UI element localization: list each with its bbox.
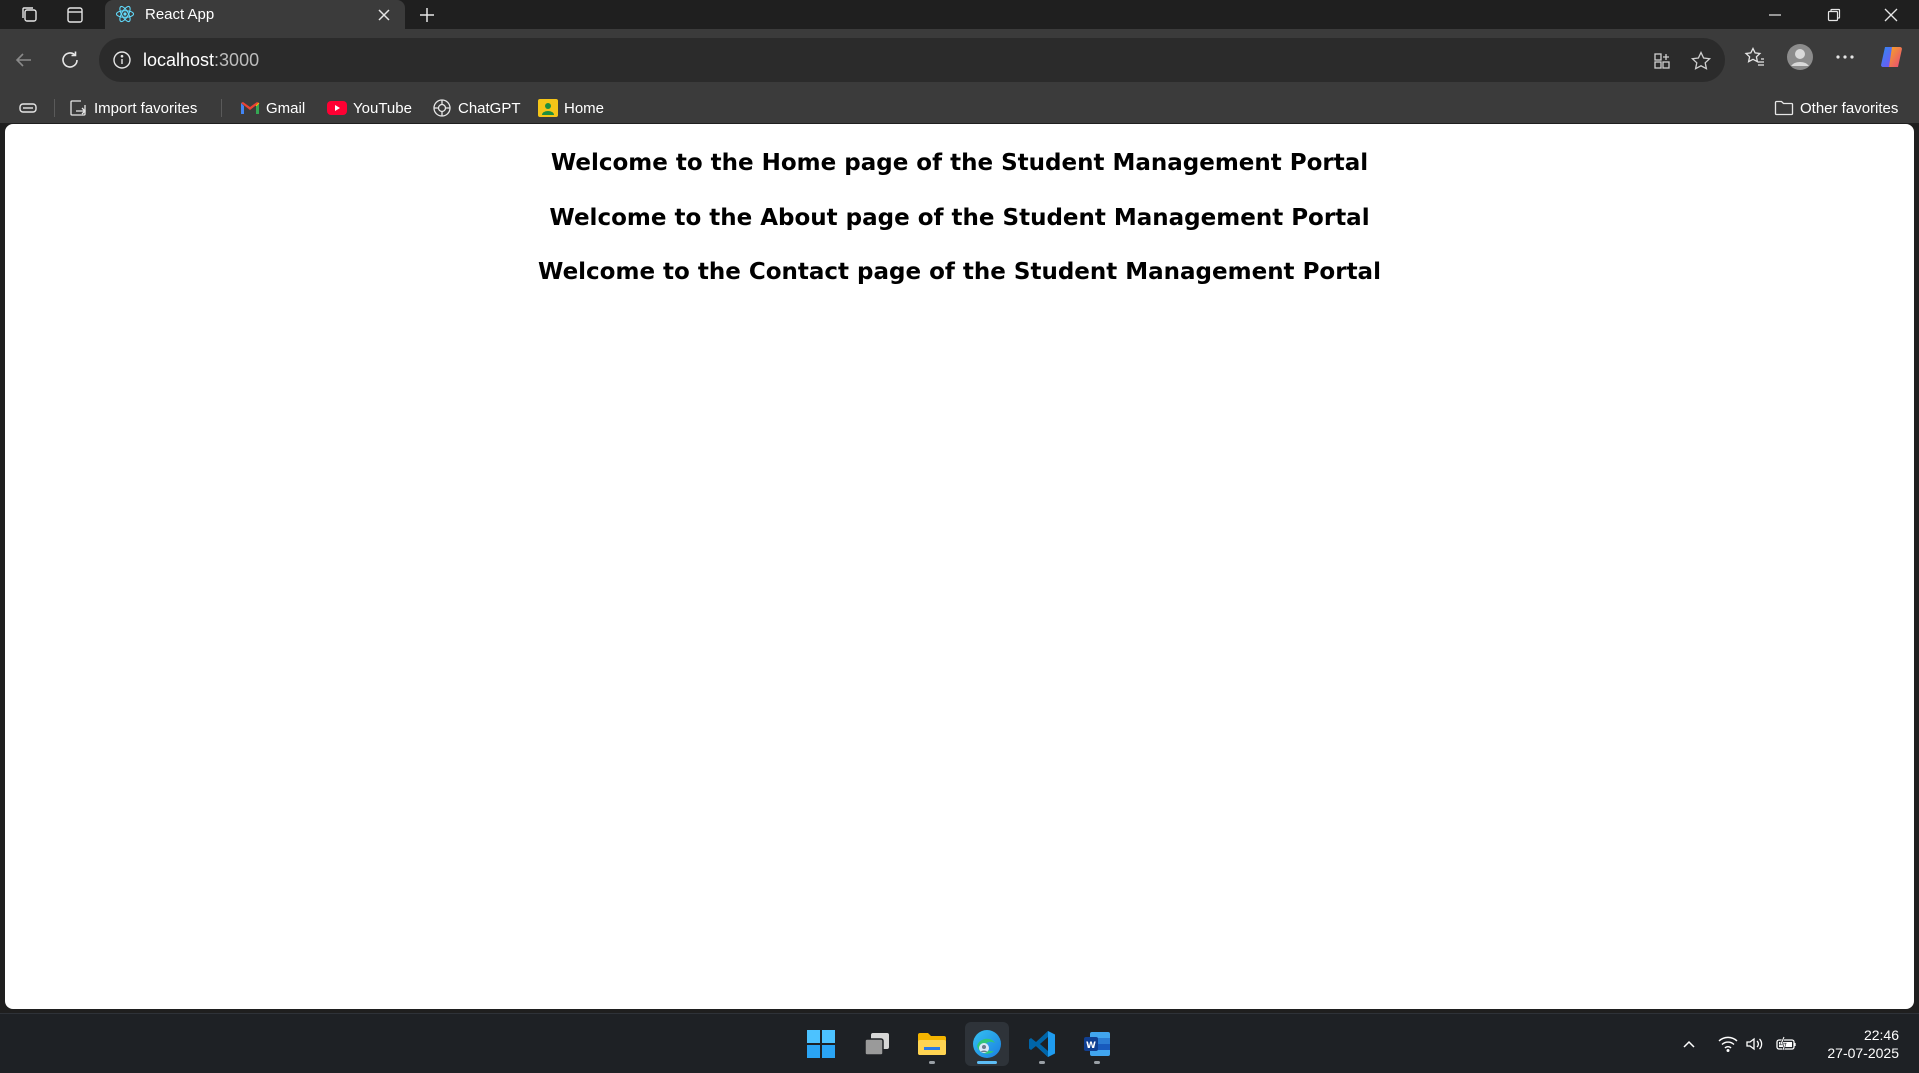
bookmark-separator: [221, 99, 222, 117]
active-indicator: [977, 1061, 997, 1064]
site-info-icon[interactable]: [111, 49, 133, 71]
show-hidden-icons-icon[interactable]: [1677, 1032, 1701, 1056]
collections-icon[interactable]: [18, 95, 44, 121]
bookmark-label: Home: [564, 99, 605, 117]
bookmark-gmail[interactable]: Gmail: [240, 95, 305, 121]
gmail-icon: [240, 98, 260, 118]
bookmark-label: Import favorites: [94, 99, 198, 117]
close-tab-icon[interactable]: [373, 4, 395, 26]
running-indicator: [1039, 1061, 1045, 1064]
import-icon: [68, 98, 88, 118]
minimize-icon[interactable]: [1747, 0, 1803, 29]
system-clock[interactable]: 22:46 27-07-2025: [1827, 1026, 1899, 1062]
task-view-icon[interactable]: [855, 1022, 899, 1066]
favorites-icon[interactable]: [1737, 39, 1773, 75]
vscode-icon[interactable]: [1020, 1022, 1064, 1066]
workspaces-icon[interactable]: [15, 2, 45, 28]
bookmark-label: Other favorites: [1800, 99, 1899, 117]
home-icon: [538, 98, 558, 118]
bookmark-import-favorites[interactable]: Import favorites: [68, 95, 197, 121]
running-indicator: [1094, 1061, 1100, 1064]
edge-icon[interactable]: [965, 1022, 1009, 1066]
vertical-tabs-icon[interactable]: [60, 2, 90, 28]
windows-start-icon[interactable]: [799, 1022, 843, 1066]
bookmark-chatgpt[interactable]: ChatGPT: [432, 95, 521, 121]
about-heading: Welcome to the About page of the Student…: [549, 205, 1370, 231]
taskbar: W 22:46 27-07-2025: [0, 1013, 1919, 1073]
restore-icon[interactable]: [1806, 0, 1862, 29]
file-explorer-icon[interactable]: [910, 1022, 954, 1066]
url-port: :3000: [214, 50, 260, 70]
page-viewport: Welcome to the Home page of the Student …: [5, 124, 1914, 1009]
running-indicator: [929, 1061, 935, 1064]
bookmark-separator: [54, 99, 55, 117]
url-text[interactable]: localhost:3000: [143, 50, 259, 71]
contact-heading: Welcome to the Contact page of the Stude…: [538, 259, 1381, 285]
bookmark-label: Gmail: [266, 99, 306, 117]
folder-icon: [1774, 98, 1794, 118]
copilot-icon[interactable]: [1875, 39, 1911, 75]
app-available-icon[interactable]: [1649, 48, 1675, 74]
url-host: localhost: [143, 50, 215, 70]
bookmark-label: ChatGPT: [458, 99, 521, 117]
tab-title: React App: [145, 6, 215, 23]
profile-avatar-icon[interactable]: [1782, 39, 1818, 75]
word-icon[interactable]: W: [1075, 1022, 1119, 1066]
bookmark-other-favorites[interactable]: Other favorites: [1774, 95, 1898, 121]
tab-actions-icon: [18, 98, 38, 118]
volume-icon[interactable]: [1743, 1032, 1767, 1056]
chatgpt-icon: [432, 98, 452, 118]
bookmark-home[interactable]: Home: [538, 95, 604, 121]
browser-toolbar: localhost:3000: [0, 29, 1919, 93]
clock-date: 27-07-2025: [1827, 1045, 1899, 1061]
close-window-icon[interactable]: [1863, 0, 1919, 29]
more-options-icon[interactable]: [1827, 39, 1863, 75]
svg-text:W: W: [1086, 1041, 1096, 1051]
home-heading: Welcome to the Home page of the Student …: [550, 150, 1369, 176]
bookmark-youtube[interactable]: YouTube: [327, 95, 412, 121]
title-bar: React App: [0, 0, 1919, 29]
bookmark-label: YouTube: [353, 99, 412, 117]
battery-charging-icon[interactable]: [1775, 1032, 1799, 1056]
react-icon: [115, 4, 135, 24]
refresh-icon[interactable]: [52, 42, 88, 78]
back-icon[interactable]: [6, 42, 42, 78]
new-tab-icon[interactable]: [412, 2, 442, 28]
youtube-icon: [327, 98, 347, 118]
add-favorite-star-icon[interactable]: [1688, 48, 1714, 74]
clock-time: 22:46: [1863, 1027, 1899, 1043]
address-bar[interactable]: localhost:3000: [99, 38, 1725, 82]
tab-react-app[interactable]: React App: [105, 0, 405, 29]
favorites-bar: Import favorites Gmail YouTube ChatGPT H…: [0, 93, 1919, 123]
wifi-icon[interactable]: [1716, 1032, 1740, 1056]
